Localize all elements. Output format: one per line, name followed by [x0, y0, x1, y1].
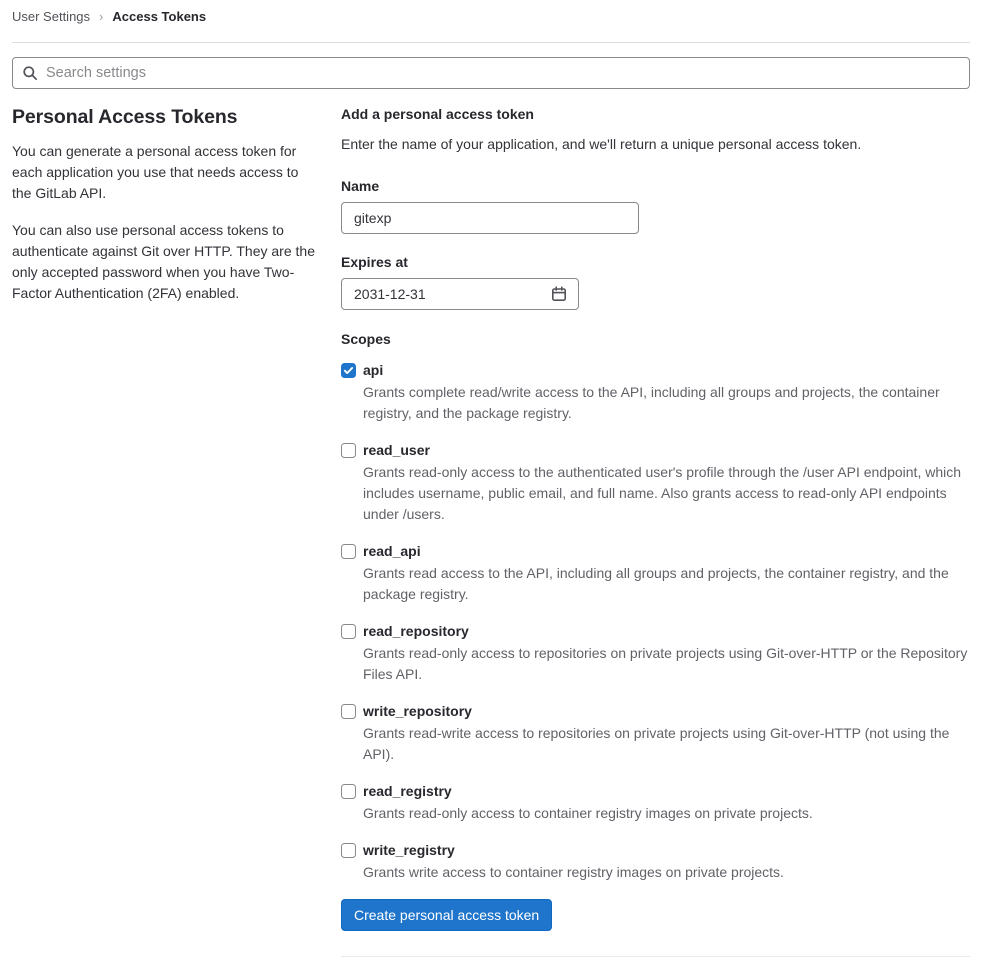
section-paragraph: You can generate a personal access token…: [12, 143, 299, 201]
scope-item-api: api Grants complete read/write access to…: [341, 360, 970, 424]
expires-at-input[interactable]: [341, 278, 579, 310]
scope-description: Grants read-only access to the authentic…: [363, 464, 962, 522]
section-description: Personal Access Tokens You can generate …: [12, 89, 320, 320]
scope-name: write_repository: [363, 703, 472, 719]
form-description: Enter the name of your application, and …: [341, 136, 862, 152]
checkbox-read-registry[interactable]: [341, 784, 356, 799]
scope-description: Grants read-write access to repositories…: [363, 725, 950, 762]
scope-name: api: [363, 362, 384, 378]
scope-description: Grants read-only access to repositories …: [363, 645, 968, 682]
checkbox-write-repository[interactable]: [341, 704, 356, 719]
scope-item-write-registry: write_registry Grants write access to co…: [341, 840, 970, 883]
expires-at-label: Expires at: [341, 254, 408, 270]
scope-item-read-registry: read_registry Grants read-only access to…: [341, 781, 970, 824]
chevron-right-icon: ›: [99, 8, 104, 24]
scope-description: Grants write access to container registr…: [363, 864, 784, 880]
form-title: Add a personal access token: [341, 106, 534, 122]
scope-description: Grants read-only access to container reg…: [363, 805, 813, 821]
breadcrumb-access-tokens: Access Tokens: [112, 8, 207, 24]
search-settings-box: [12, 57, 970, 89]
checkbox-read-repository[interactable]: [341, 624, 356, 639]
scope-description: Grants complete read/write access to the…: [363, 384, 940, 421]
scope-description: Grants read access to the API, including…: [363, 565, 949, 602]
breadcrumb: User Settings › Access Tokens: [12, 0, 970, 24]
scope-item-read-api: read_api Grants read access to the API, …: [341, 541, 970, 605]
scope-name: read_user: [363, 442, 430, 458]
scope-name: read_registry: [363, 783, 452, 799]
section-paragraph: You can also use personal access tokens …: [12, 222, 315, 301]
scopes-label: Scopes: [341, 331, 391, 347]
token-name-input[interactable]: [341, 202, 639, 234]
scope-item-read-repository: read_repository Grants read-only access …: [341, 621, 970, 685]
scope-item-read-user: read_user Grants read-only access to the…: [341, 440, 970, 525]
create-token-button[interactable]: Create personal access token: [341, 899, 553, 931]
scope-name: read_api: [363, 543, 421, 559]
settings-page: User Settings › Access Tokens Personal A…: [0, 0, 993, 957]
checkbox-api[interactable]: [341, 363, 356, 378]
page-title: Personal Access Tokens: [12, 106, 238, 128]
checkbox-read-api[interactable]: [341, 544, 356, 559]
checkbox-write-registry[interactable]: [341, 843, 356, 858]
access-token-form: Add a personal access token Enter the na…: [341, 89, 970, 957]
scope-name: read_repository: [363, 623, 469, 639]
scope-item-write-repository: write_repository Grants read-write acces…: [341, 701, 970, 765]
search-input[interactable]: [12, 57, 970, 89]
scope-name: write_registry: [363, 842, 455, 858]
breadcrumb-user-settings[interactable]: User Settings: [12, 9, 90, 24]
checkbox-read-user[interactable]: [341, 443, 356, 458]
header-divider: [12, 42, 970, 43]
name-label: Name: [341, 178, 380, 194]
